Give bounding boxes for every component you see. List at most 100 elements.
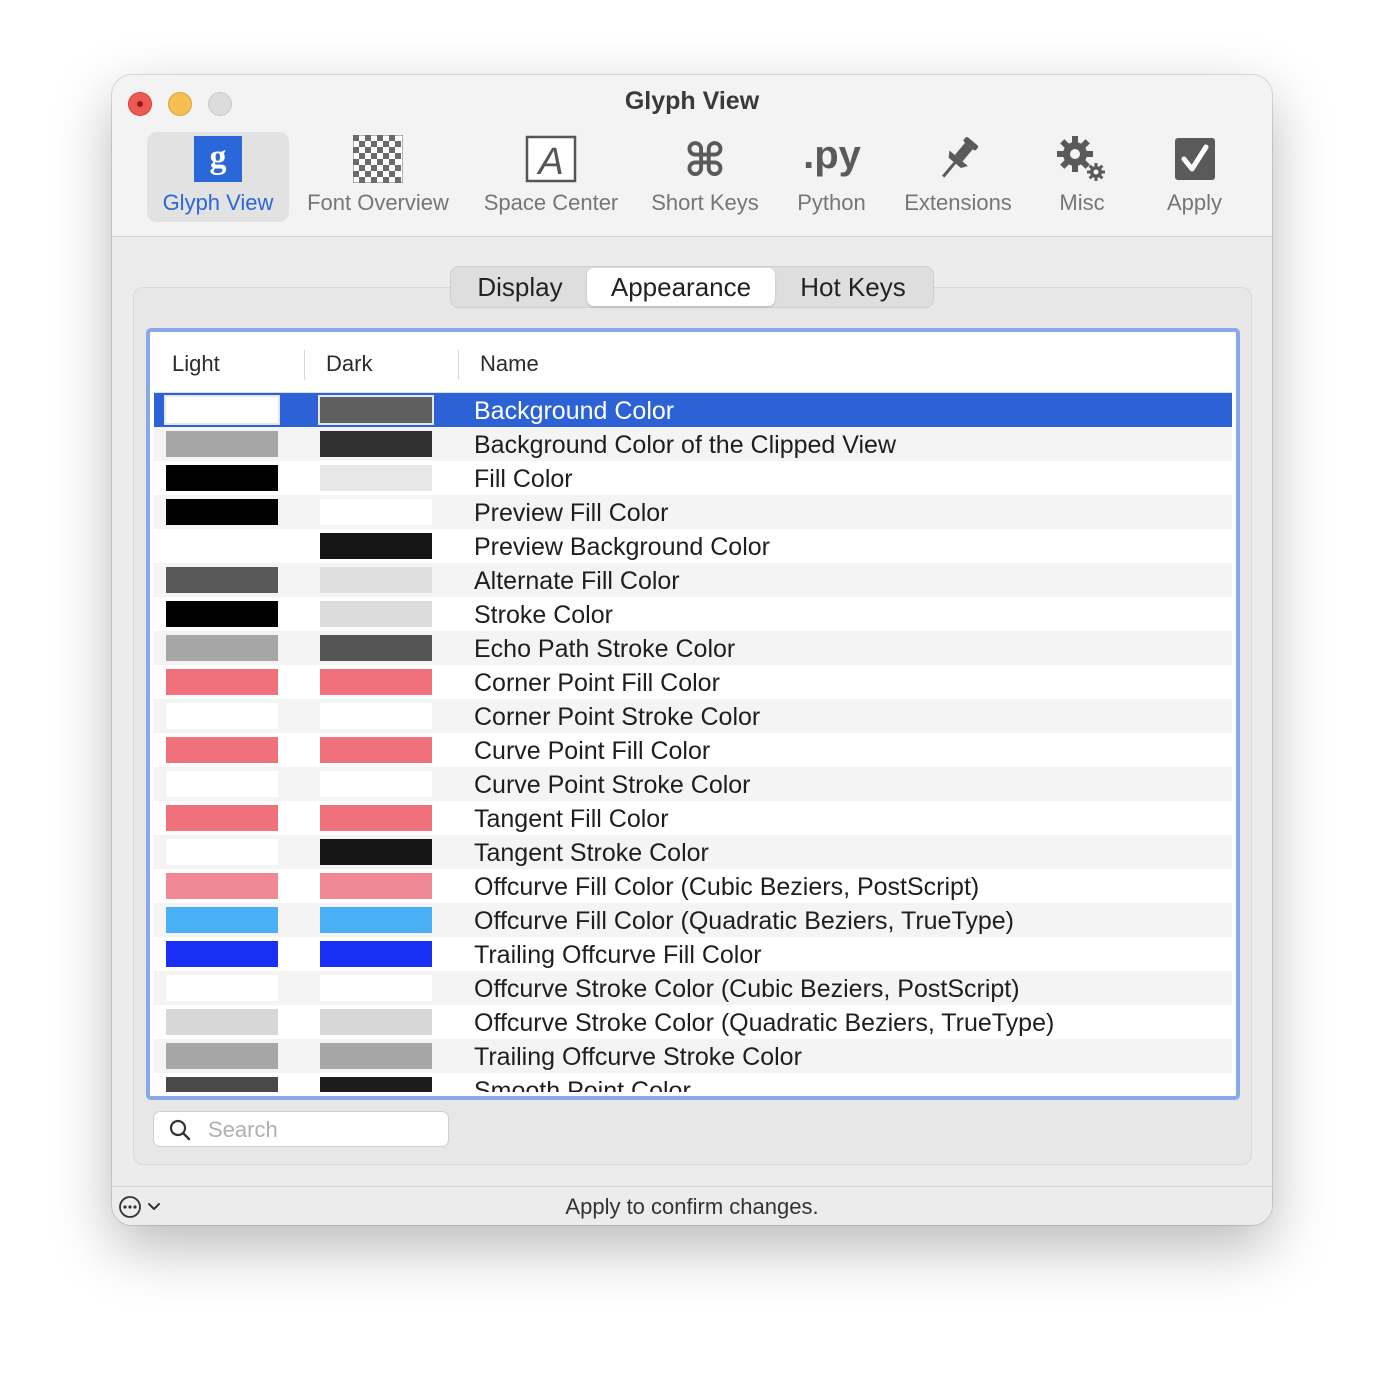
search-input[interactable] [206,1116,440,1144]
table-row[interactable]: Background Color [154,393,1232,427]
toolbar-extensions[interactable]: Extensions [897,132,1019,222]
column-header-name[interactable]: Name [480,336,539,392]
light-color-swatch[interactable] [166,1043,278,1069]
tab-segmented-control: Display Appearance Hot Keys [450,266,934,308]
dark-color-swatch[interactable] [320,465,432,491]
color-table[interactable]: Light Dark Name Background Color Backgrou… [146,328,1240,1100]
dark-color-swatch[interactable] [318,395,434,425]
light-color-swatch[interactable] [166,771,278,797]
light-color-swatch[interactable] [166,533,278,559]
light-color-swatch[interactable] [166,839,278,865]
table-row[interactable]: Alternate Fill Color [154,563,1232,597]
toolbar-short-keys[interactable]: ⌘ Short Keys [644,132,766,222]
toolbar-space-center[interactable]: A Space Center [474,132,628,222]
tab-appearance[interactable]: Appearance [587,268,775,306]
toolbar-label: Misc [1059,190,1105,215]
light-color-swatch[interactable] [164,395,280,425]
light-color-swatch[interactable] [166,907,278,933]
dark-color-swatch[interactable] [320,601,432,627]
toolbar-apply[interactable]: Apply [1152,132,1237,222]
dark-color-swatch[interactable] [320,635,432,661]
table-row[interactable]: Preview Background Color [154,529,1232,563]
table-row[interactable]: Trailing Offcurve Fill Color [154,937,1232,971]
svg-text:⌘: ⌘ [684,136,727,182]
light-color-swatch[interactable] [166,635,278,661]
search-field[interactable] [153,1111,449,1147]
table-row[interactable]: Smooth Point Color [154,1073,1232,1092]
light-color-swatch[interactable] [166,601,278,627]
light-color-swatch[interactable] [166,737,278,763]
dark-color-swatch[interactable] [320,567,432,593]
table-row[interactable]: Fill Color [154,461,1232,495]
table-row[interactable]: Trailing Offcurve Stroke Color [154,1039,1232,1073]
status-message: Apply to confirm changes. [565,1194,819,1219]
table-row[interactable]: Corner Point Fill Color [154,665,1232,699]
column-header-light[interactable]: Light [172,336,220,392]
light-color-swatch[interactable] [166,431,278,457]
dark-color-swatch[interactable] [320,771,432,797]
dark-color-swatch[interactable] [320,533,432,559]
table-row[interactable]: Offcurve Stroke Color (Cubic Beziers, Po… [154,971,1232,1005]
dark-color-swatch[interactable] [320,1043,432,1069]
svg-text:.py: .py [803,136,862,177]
light-color-swatch[interactable] [166,499,278,525]
light-color-swatch[interactable] [166,465,278,491]
dark-color-swatch[interactable] [320,941,432,967]
toolbar-glyph-view[interactable]: g Glyph View [147,132,289,222]
tab-display[interactable]: Display [453,268,587,306]
table-row[interactable]: Offcurve Fill Color (Quadratic Beziers, … [154,903,1232,937]
table-row[interactable]: Background Color of the Clipped View [154,427,1232,461]
toolbar-label: Font Overview [307,190,449,215]
dark-color-swatch[interactable] [320,1009,432,1035]
pushpin-icon [942,137,979,178]
light-color-swatch[interactable] [166,805,278,831]
light-color-swatch[interactable] [166,703,278,729]
toolbar-label: Extensions [904,190,1012,215]
dark-color-swatch[interactable] [320,839,432,865]
color-name: Preview Fill Color [474,499,669,527]
dark-color-swatch[interactable] [320,703,432,729]
table-row[interactable]: Preview Fill Color [154,495,1232,529]
toolbar-label: Space Center [483,190,619,215]
dark-color-swatch[interactable] [320,805,432,831]
light-color-swatch[interactable] [166,669,278,695]
table-row[interactable]: Tangent Stroke Color [154,835,1232,869]
toolbar-misc[interactable]: Misc [1042,132,1122,222]
color-name: Offcurve Stroke Color (Quadratic Beziers… [474,1009,1055,1037]
column-divider[interactable] [458,350,459,380]
dark-color-swatch[interactable] [320,873,432,899]
table-row[interactable]: Curve Point Stroke Color [154,767,1232,801]
toolbar-label: Python [797,190,866,215]
table-row[interactable]: Echo Path Stroke Color [154,631,1232,665]
tab-hot-keys[interactable]: Hot Keys [775,268,931,306]
dark-color-swatch[interactable] [320,1077,432,1092]
table-row[interactable]: Tangent Fill Color [154,801,1232,835]
table-row[interactable]: Corner Point Stroke Color [154,699,1232,733]
light-color-swatch[interactable] [166,941,278,967]
color-name: Trailing Offcurve Fill Color [474,941,762,969]
dark-color-swatch[interactable] [320,431,432,457]
light-color-swatch[interactable] [166,567,278,593]
table-row[interactable]: Offcurve Fill Color (Cubic Beziers, Post… [154,869,1232,903]
dark-color-swatch[interactable] [320,907,432,933]
gears-icon [1057,136,1105,181]
dark-color-swatch[interactable] [320,975,432,1001]
light-color-swatch[interactable] [166,975,278,1001]
dark-color-swatch[interactable] [320,737,432,763]
toolbar-python[interactable]: .py Python [784,132,879,222]
table-row[interactable]: Curve Point Fill Color [154,733,1232,767]
column-divider[interactable] [304,350,305,380]
table-row[interactable]: Offcurve Stroke Color (Quadratic Beziers… [154,1005,1232,1039]
toolbar-font-overview[interactable]: Font Overview [299,132,457,222]
command-key-icon: ⌘ [684,136,727,182]
apply-checkmark-icon [1174,138,1215,180]
dark-color-swatch[interactable] [320,499,432,525]
light-color-swatch[interactable] [166,1077,278,1092]
table-row[interactable]: Stroke Color [154,597,1232,631]
column-header-dark[interactable]: Dark [326,336,372,392]
light-color-swatch[interactable] [166,873,278,899]
search-icon [169,1119,191,1141]
light-color-swatch[interactable] [166,1009,278,1035]
dark-color-swatch[interactable] [320,669,432,695]
color-name: Smooth Point Color [474,1077,691,1092]
